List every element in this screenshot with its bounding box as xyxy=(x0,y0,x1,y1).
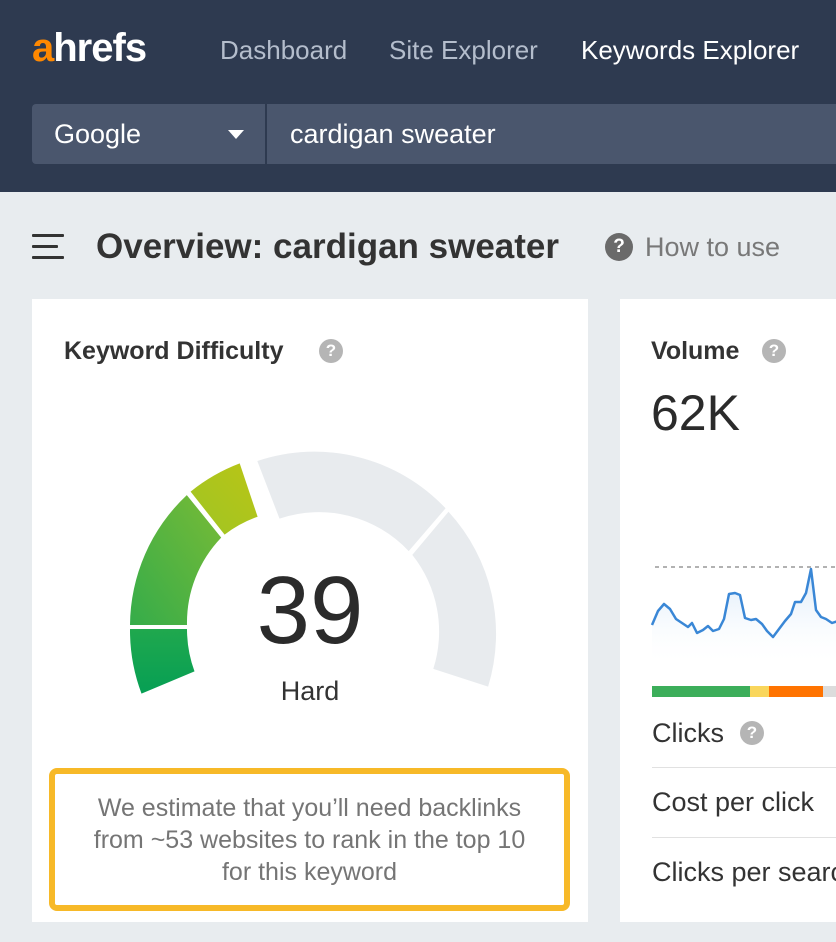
volume-trend-chart xyxy=(650,566,836,667)
top-navbar: ahrefs Dashboard Site Explorer Keywords … xyxy=(0,0,836,192)
clicks-other-segment xyxy=(769,686,823,697)
backlinks-estimate-box: We estimate that you’ll need backlinks f… xyxy=(49,768,570,911)
estimate-line-2: from ~53 websites to rank in the top 10 xyxy=(93,826,526,854)
help-icon: ? xyxy=(605,233,633,261)
volume-card: Volume ? 62K Clicks ? Cost per click Cli… xyxy=(620,299,836,922)
nav-site-explorer[interactable]: Site Explorer xyxy=(389,34,538,66)
gauge-track-top xyxy=(257,451,446,552)
how-to-use-label: How to use xyxy=(645,232,781,262)
keyword-search-input[interactable] xyxy=(267,104,836,164)
info-icon[interactable]: ? xyxy=(762,339,786,363)
no-clicks-segment xyxy=(823,686,836,697)
menu-icon[interactable] xyxy=(32,234,64,260)
estimate-line-1: We estimate that you’ll need backlinks xyxy=(97,794,522,822)
search-engine-select[interactable]: Google xyxy=(32,104,265,164)
info-icon[interactable]: ? xyxy=(740,721,764,745)
volume-title: Volume xyxy=(651,337,740,365)
clicks-paid-segment xyxy=(750,686,769,697)
metric-row-clicks-per-search: Clicks per search xyxy=(652,837,836,907)
search-engine-value: Google xyxy=(54,119,142,149)
clicks-distribution-bar xyxy=(652,686,836,697)
difficulty-score: 39 xyxy=(256,557,364,664)
keyword-difficulty-card: Keyword Difficulty ? 39 Hard We estimate… xyxy=(32,299,588,922)
nav-dashboard[interactable]: Dashboard xyxy=(220,34,347,66)
estimate-line-3: for this keyword xyxy=(221,858,398,886)
difficulty-rating: Hard xyxy=(280,676,340,706)
page-title: Overview: cardigan sweater xyxy=(96,227,559,266)
metric-row-clicks: Clicks ? xyxy=(652,699,836,769)
metric-label: Cost per click xyxy=(652,787,815,817)
metric-row-cpc: Cost per click xyxy=(652,767,836,837)
clicks-organic-segment xyxy=(652,686,750,697)
ahrefs-logo[interactable]: ahrefs xyxy=(32,26,147,70)
chevron-down-icon xyxy=(228,130,244,139)
volume-value: 62K xyxy=(651,385,740,441)
metric-label: Clicks xyxy=(652,718,724,748)
nav-keywords-explorer[interactable]: Keywords Explorer xyxy=(581,34,799,66)
metric-label: Clicks per search xyxy=(652,857,836,887)
